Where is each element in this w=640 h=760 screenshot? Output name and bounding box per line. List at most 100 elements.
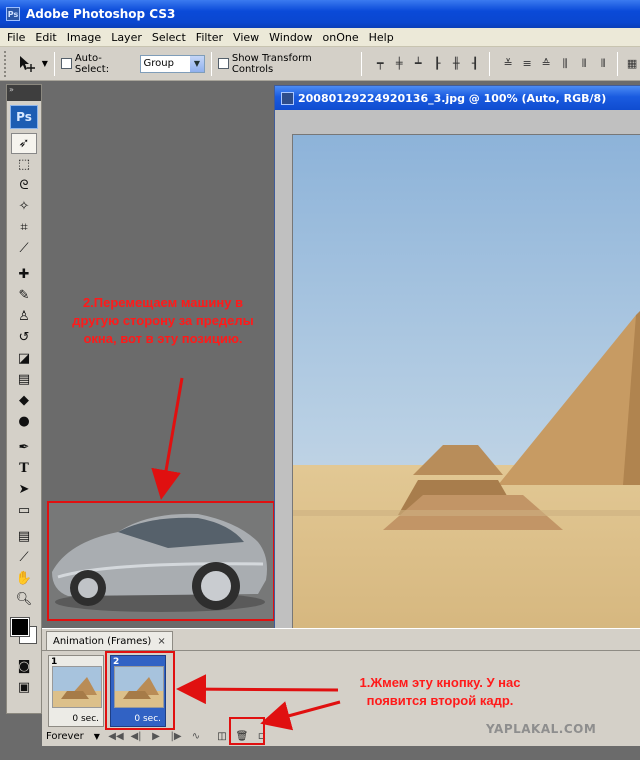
- menu-image[interactable]: Image: [62, 31, 106, 44]
- distribute-buttons: ≚ ≡ ≙ ⫼ ⦀ ⫴: [500, 56, 611, 72]
- frame-highlight-box: [105, 651, 175, 730]
- separator: [489, 51, 491, 76]
- distribute-vcenter-icon[interactable]: ≡: [519, 56, 535, 72]
- quick-mask-icon[interactable]: ◙: [11, 656, 37, 677]
- shape-tool-icon[interactable]: ▭: [11, 500, 37, 521]
- clone-stamp-icon[interactable]: ♙: [11, 306, 37, 327]
- menu-view[interactable]: View: [228, 31, 264, 44]
- menu-window[interactable]: Window: [264, 31, 317, 44]
- new-frame-highlight-box: [229, 717, 265, 745]
- crop-tool-icon[interactable]: ⌗: [11, 217, 37, 238]
- auto-align-icon[interactable]: ▦: [624, 56, 640, 72]
- options-grip[interactable]: [4, 50, 10, 77]
- document-window: 20080129224920136_3.jpg @ 100% (Auto, RG…: [274, 85, 640, 631]
- tool-preset-arrow-icon[interactable]: ▼: [42, 59, 48, 68]
- eyedropper-icon[interactable]: ⟋: [11, 547, 37, 568]
- tween-icon[interactable]: ∿: [186, 728, 206, 744]
- distribute-top-icon[interactable]: ≚: [500, 56, 516, 72]
- frame-1[interactable]: 1 0 sec.: [48, 655, 104, 727]
- menu-bar: File Edit Image Layer Select Filter View…: [0, 28, 640, 47]
- tab-label: Animation (Frames): [53, 635, 152, 647]
- align-right-icon[interactable]: ┨: [467, 56, 483, 72]
- menu-edit[interactable]: Edit: [30, 31, 61, 44]
- zoom-tool-icon[interactable]: 🔍︎: [11, 589, 37, 610]
- app-icon: Ps: [6, 7, 20, 21]
- hand-tool-icon[interactable]: ✋: [11, 568, 37, 589]
- blur-tool-icon[interactable]: ◆: [11, 390, 37, 411]
- auto-select-dropdown[interactable]: Group ▼: [139, 54, 205, 73]
- align-bottom-icon[interactable]: ┷: [410, 56, 426, 72]
- distribute-bottom-icon[interactable]: ≙: [538, 56, 554, 72]
- align-buttons: ┯ ╪ ┷ ┠ ╫ ┨: [372, 56, 483, 72]
- eraser-tool-icon[interactable]: ◪: [11, 348, 37, 369]
- slice-tool-icon[interactable]: ⟋: [11, 238, 37, 259]
- screen-mode-icon[interactable]: ▣: [11, 677, 37, 698]
- show-transform-label: Show Transform Controls: [231, 52, 312, 75]
- menu-select[interactable]: Select: [147, 31, 191, 44]
- document-title-bar[interactable]: 20080129224920136_3.jpg @ 100% (Auto, RG…: [275, 86, 640, 110]
- photoshop-window: Ps Adobe Photoshop CS3 File Edit Image L…: [0, 0, 640, 760]
- next-frame-icon[interactable]: |▶: [166, 728, 186, 744]
- tab-animation-frames[interactable]: Animation (Frames) ×: [46, 631, 173, 650]
- menu-file[interactable]: File: [2, 31, 30, 44]
- lasso-tool-icon[interactable]: ᘓ: [11, 175, 37, 196]
- window-title: Adobe Photoshop CS3: [26, 7, 176, 21]
- align-hcenter-icon[interactable]: ╫: [448, 56, 464, 72]
- menu-help[interactable]: Help: [364, 31, 399, 44]
- loop-select[interactable]: Forever ▼: [46, 731, 106, 742]
- play-icon[interactable]: ▶: [146, 728, 166, 744]
- separator: [361, 51, 363, 76]
- separator: [617, 51, 619, 76]
- ps-logo[interactable]: Ps: [10, 105, 38, 129]
- loop-value: Forever: [46, 730, 84, 742]
- distribute-hcenter-icon[interactable]: ⦀: [576, 56, 592, 72]
- distribute-left-icon[interactable]: ⫼: [557, 56, 573, 72]
- close-icon[interactable]: ×: [157, 636, 165, 647]
- auto-select-label: Auto-Select:: [74, 52, 110, 75]
- toolbox-header[interactable]: »: [7, 85, 41, 101]
- annotation-new-frame: 1.Жмем эту кнопку. У нас появится второй…: [359, 675, 521, 708]
- previous-frame-icon[interactable]: ◀|: [126, 728, 146, 744]
- separator: [210, 51, 212, 76]
- auto-select-checkbox[interactable]: [60, 58, 72, 69]
- document-icon: [281, 91, 294, 105]
- history-brush-icon[interactable]: ↺: [11, 327, 37, 348]
- car-highlight-box: [47, 501, 275, 621]
- toolbox: » Ps ➶ ⬚ ᘓ ✧ ⌗ ⟋ ✚ ✎ ♙ ↺ ◪ ▤ ◆ ● ✒ T ➤ ▭…: [6, 84, 42, 714]
- move-tool-icon[interactable]: ➶: [11, 133, 37, 154]
- pen-tool-icon[interactable]: ✒: [11, 437, 37, 458]
- gradient-tool-icon[interactable]: ▤: [11, 369, 37, 390]
- type-tool-icon[interactable]: T: [11, 458, 37, 479]
- show-transform-checkbox[interactable]: [217, 58, 229, 69]
- annotation-move-car: 2.Перемещаем машину в другую сторону за …: [72, 295, 254, 346]
- title-bar[interactable]: Ps Adobe Photoshop CS3: [0, 0, 640, 28]
- chevron-down-icon: ▼: [93, 731, 100, 741]
- path-selection-icon[interactable]: ➤: [11, 479, 37, 500]
- dodge-tool-icon[interactable]: ●: [11, 411, 37, 432]
- align-left-icon[interactable]: ┠: [429, 56, 445, 72]
- menu-filter[interactable]: Filter: [191, 31, 228, 44]
- frame-thumbnail: [52, 666, 102, 708]
- pyramids-photo: [293, 135, 640, 631]
- healing-brush-icon[interactable]: ✚: [11, 264, 37, 285]
- foreground-color-swatch[interactable]: [10, 617, 30, 637]
- color-swatches[interactable]: [9, 616, 39, 646]
- menu-layer[interactable]: Layer: [106, 31, 147, 44]
- auto-select-value: Group: [143, 58, 174, 69]
- marquee-tool-icon[interactable]: ⬚: [11, 154, 37, 175]
- watermark: YAPLAKAL.COM: [486, 722, 597, 736]
- arrow-to-car: [151, 377, 184, 500]
- notes-tool-icon[interactable]: ▤: [11, 526, 37, 547]
- move-tool-icon[interactable]: [16, 53, 38, 75]
- brush-tool-icon[interactable]: ✎: [11, 285, 37, 306]
- align-vcenter-icon[interactable]: ╪: [391, 56, 407, 72]
- distribute-right-icon[interactable]: ⫴: [595, 56, 611, 72]
- magic-wand-icon[interactable]: ✧: [11, 196, 37, 217]
- menu-onone[interactable]: onOne: [318, 31, 364, 44]
- first-frame-icon[interactable]: ◀◀: [106, 728, 126, 744]
- frame-delay[interactable]: 0 sec.: [49, 714, 103, 724]
- image-canvas[interactable]: [292, 134, 640, 631]
- separator: [53, 51, 55, 76]
- align-top-icon[interactable]: ┯: [372, 56, 388, 72]
- animation-tab-row: Animation (Frames) ×: [42, 629, 640, 651]
